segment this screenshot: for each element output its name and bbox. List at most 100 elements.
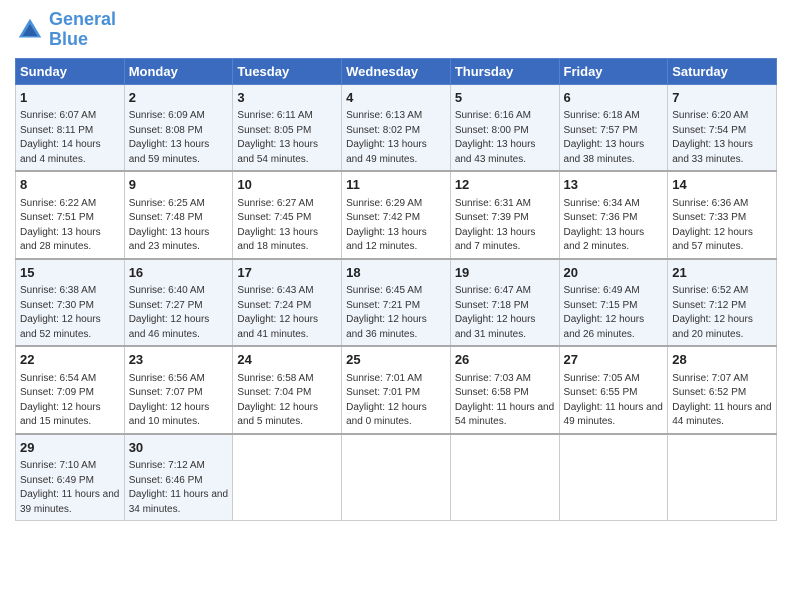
calendar-cell: 25 Sunrise: 7:01 AM Sunset: 7:01 PM Dayl… bbox=[342, 346, 451, 434]
calendar-cell: 6 Sunrise: 6:18 AM Sunset: 7:57 PM Dayli… bbox=[559, 84, 668, 171]
calendar-cell: 19 Sunrise: 6:47 AM Sunset: 7:18 PM Dayl… bbox=[450, 259, 559, 347]
day-number: 9 bbox=[129, 176, 229, 194]
calendar-week-1: 1 Sunrise: 6:07 AM Sunset: 8:11 PM Dayli… bbox=[16, 84, 777, 171]
sunset-text: Sunset: 7:42 PM bbox=[346, 212, 420, 223]
daylight-text: Daylight: 12 hours and 10 minutes. bbox=[129, 402, 210, 428]
calendar-cell: 26 Sunrise: 7:03 AM Sunset: 6:58 PM Dayl… bbox=[450, 346, 559, 434]
calendar-cell: 30 Sunrise: 7:12 AM Sunset: 6:46 PM Dayl… bbox=[124, 434, 233, 521]
sunset-text: Sunset: 7:21 PM bbox=[346, 300, 420, 311]
calendar-cell: 12 Sunrise: 6:31 AM Sunset: 7:39 PM Dayl… bbox=[450, 171, 559, 259]
sunrise-text: Sunrise: 7:03 AM bbox=[455, 373, 531, 384]
logo-blue: Blue bbox=[49, 29, 88, 49]
calendar-cell: 9 Sunrise: 6:25 AM Sunset: 7:48 PM Dayli… bbox=[124, 171, 233, 259]
calendar-cell: 21 Sunrise: 6:52 AM Sunset: 7:12 PM Dayl… bbox=[668, 259, 777, 347]
sunset-text: Sunset: 7:18 PM bbox=[455, 300, 529, 311]
day-number: 11 bbox=[346, 176, 446, 194]
day-number: 19 bbox=[455, 264, 555, 282]
day-number: 16 bbox=[129, 264, 229, 282]
daylight-text: Daylight: 12 hours and 5 minutes. bbox=[237, 402, 318, 428]
daylight-text: Daylight: 13 hours and 49 minutes. bbox=[346, 139, 427, 165]
daylight-text: Daylight: 11 hours and 54 minutes. bbox=[455, 402, 554, 428]
calendar-cell: 7 Sunrise: 6:20 AM Sunset: 7:54 PM Dayli… bbox=[668, 84, 777, 171]
sunrise-text: Sunrise: 7:05 AM bbox=[564, 373, 640, 384]
calendar-cell: 22 Sunrise: 6:54 AM Sunset: 7:09 PM Dayl… bbox=[16, 346, 125, 434]
calendar-cell: 17 Sunrise: 6:43 AM Sunset: 7:24 PM Dayl… bbox=[233, 259, 342, 347]
sunset-text: Sunset: 8:00 PM bbox=[455, 125, 529, 136]
sunset-text: Sunset: 7:57 PM bbox=[564, 125, 638, 136]
sunrise-text: Sunrise: 6:22 AM bbox=[20, 198, 96, 209]
calendar-week-5: 29 Sunrise: 7:10 AM Sunset: 6:49 PM Dayl… bbox=[16, 434, 777, 521]
day-number: 22 bbox=[20, 351, 120, 369]
sunset-text: Sunset: 7:01 PM bbox=[346, 387, 420, 398]
daylight-text: Daylight: 12 hours and 15 minutes. bbox=[20, 402, 101, 428]
calendar-cell bbox=[342, 434, 451, 521]
day-number: 6 bbox=[564, 89, 664, 107]
col-header-thursday: Thursday bbox=[450, 58, 559, 84]
calendar-table: SundayMondayTuesdayWednesdayThursdayFrid… bbox=[15, 58, 777, 522]
day-number: 8 bbox=[20, 176, 120, 194]
sunrise-text: Sunrise: 6:40 AM bbox=[129, 285, 205, 296]
day-number: 14 bbox=[672, 176, 772, 194]
daylight-text: Daylight: 13 hours and 7 minutes. bbox=[455, 227, 536, 253]
daylight-text: Daylight: 12 hours and 36 minutes. bbox=[346, 314, 427, 340]
calendar-cell bbox=[450, 434, 559, 521]
sunrise-text: Sunrise: 6:20 AM bbox=[672, 110, 748, 121]
day-number: 25 bbox=[346, 351, 446, 369]
col-header-saturday: Saturday bbox=[668, 58, 777, 84]
day-number: 17 bbox=[237, 264, 337, 282]
sunset-text: Sunset: 7:33 PM bbox=[672, 212, 746, 223]
sunrise-text: Sunrise: 7:10 AM bbox=[20, 460, 96, 471]
logo: General Blue bbox=[15, 10, 116, 50]
sunrise-text: Sunrise: 6:18 AM bbox=[564, 110, 640, 121]
day-number: 29 bbox=[20, 439, 120, 457]
sunrise-text: Sunrise: 6:25 AM bbox=[129, 198, 205, 209]
calendar-cell: 11 Sunrise: 6:29 AM Sunset: 7:42 PM Dayl… bbox=[342, 171, 451, 259]
day-number: 13 bbox=[564, 176, 664, 194]
calendar-cell: 24 Sunrise: 6:58 AM Sunset: 7:04 PM Dayl… bbox=[233, 346, 342, 434]
sunset-text: Sunset: 7:54 PM bbox=[672, 125, 746, 136]
sunrise-text: Sunrise: 6:54 AM bbox=[20, 373, 96, 384]
calendar-header-row: SundayMondayTuesdayWednesdayThursdayFrid… bbox=[16, 58, 777, 84]
calendar-cell: 5 Sunrise: 6:16 AM Sunset: 8:00 PM Dayli… bbox=[450, 84, 559, 171]
calendar-cell: 29 Sunrise: 7:10 AM Sunset: 6:49 PM Dayl… bbox=[16, 434, 125, 521]
daylight-text: Daylight: 12 hours and 46 minutes. bbox=[129, 314, 210, 340]
calendar-week-3: 15 Sunrise: 6:38 AM Sunset: 7:30 PM Dayl… bbox=[16, 259, 777, 347]
sunrise-text: Sunrise: 6:16 AM bbox=[455, 110, 531, 121]
calendar-cell: 28 Sunrise: 7:07 AM Sunset: 6:52 PM Dayl… bbox=[668, 346, 777, 434]
logo-icon bbox=[15, 15, 45, 45]
calendar-week-4: 22 Sunrise: 6:54 AM Sunset: 7:09 PM Dayl… bbox=[16, 346, 777, 434]
daylight-text: Daylight: 13 hours and 43 minutes. bbox=[455, 139, 536, 165]
calendar-cell: 10 Sunrise: 6:27 AM Sunset: 7:45 PM Dayl… bbox=[233, 171, 342, 259]
sunset-text: Sunset: 7:04 PM bbox=[237, 387, 311, 398]
day-number: 4 bbox=[346, 89, 446, 107]
sunset-text: Sunset: 7:24 PM bbox=[237, 300, 311, 311]
col-header-sunday: Sunday bbox=[16, 58, 125, 84]
daylight-text: Daylight: 11 hours and 39 minutes. bbox=[20, 489, 119, 515]
daylight-text: Daylight: 11 hours and 49 minutes. bbox=[564, 402, 663, 428]
sunset-text: Sunset: 8:02 PM bbox=[346, 125, 420, 136]
sunset-text: Sunset: 6:46 PM bbox=[129, 475, 203, 486]
sunrise-text: Sunrise: 6:07 AM bbox=[20, 110, 96, 121]
calendar-week-2: 8 Sunrise: 6:22 AM Sunset: 7:51 PM Dayli… bbox=[16, 171, 777, 259]
sunset-text: Sunset: 7:36 PM bbox=[564, 212, 638, 223]
sunset-text: Sunset: 7:30 PM bbox=[20, 300, 94, 311]
calendar-cell: 4 Sunrise: 6:13 AM Sunset: 8:02 PM Dayli… bbox=[342, 84, 451, 171]
day-number: 21 bbox=[672, 264, 772, 282]
calendar-cell bbox=[668, 434, 777, 521]
day-number: 27 bbox=[564, 351, 664, 369]
daylight-text: Daylight: 11 hours and 44 minutes. bbox=[672, 402, 771, 428]
daylight-text: Daylight: 12 hours and 52 minutes. bbox=[20, 314, 101, 340]
sunrise-text: Sunrise: 7:07 AM bbox=[672, 373, 748, 384]
day-number: 26 bbox=[455, 351, 555, 369]
sunrise-text: Sunrise: 6:09 AM bbox=[129, 110, 205, 121]
sunset-text: Sunset: 8:11 PM bbox=[20, 125, 93, 136]
calendar-cell: 14 Sunrise: 6:36 AM Sunset: 7:33 PM Dayl… bbox=[668, 171, 777, 259]
daylight-text: Daylight: 14 hours and 4 minutes. bbox=[20, 139, 101, 165]
sunset-text: Sunset: 8:08 PM bbox=[129, 125, 203, 136]
sunrise-text: Sunrise: 6:31 AM bbox=[455, 198, 531, 209]
sunrise-text: Sunrise: 6:34 AM bbox=[564, 198, 640, 209]
sunset-text: Sunset: 7:09 PM bbox=[20, 387, 94, 398]
day-number: 15 bbox=[20, 264, 120, 282]
sunrise-text: Sunrise: 7:01 AM bbox=[346, 373, 422, 384]
sunset-text: Sunset: 7:45 PM bbox=[237, 212, 311, 223]
